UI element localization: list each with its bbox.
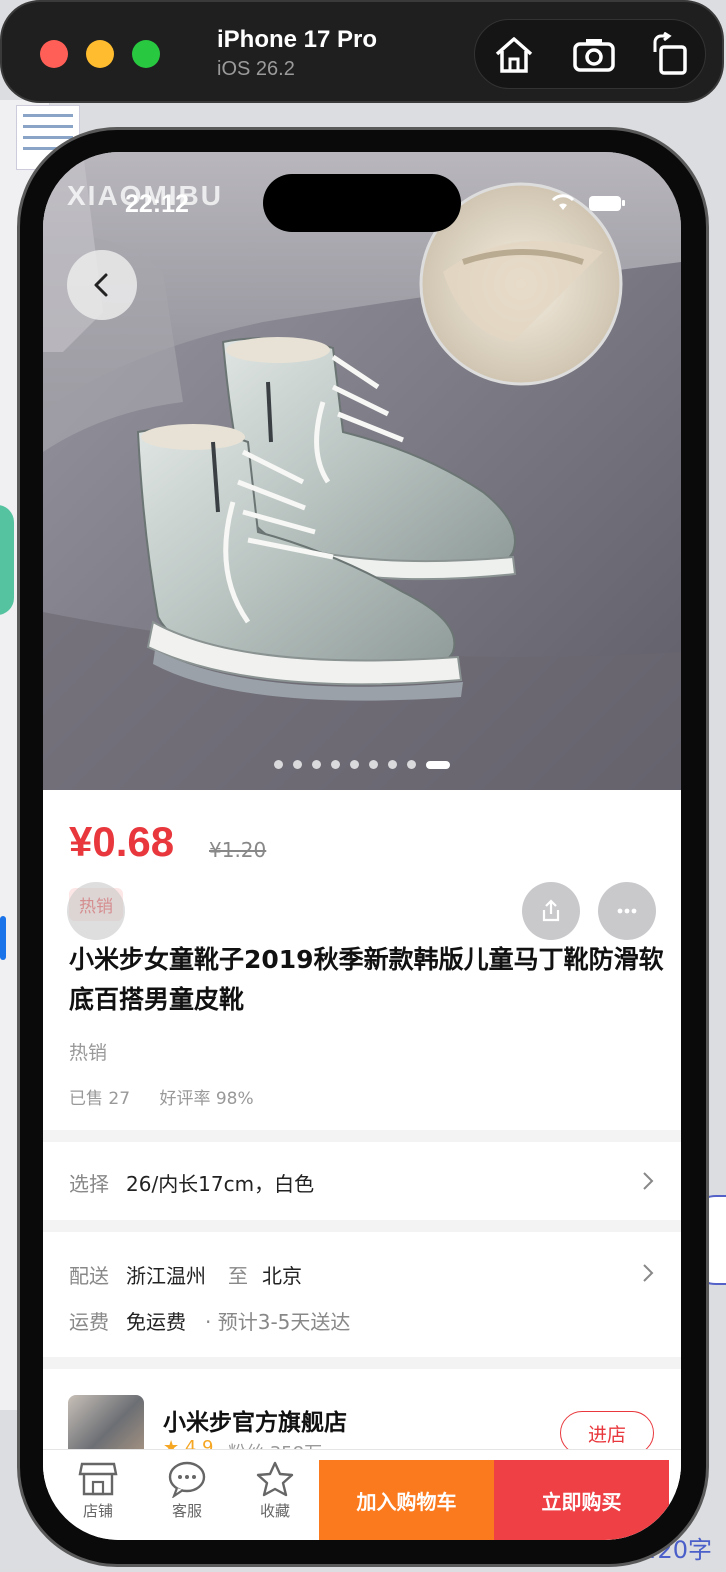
minimize-window-button[interactable] xyxy=(86,40,114,68)
sold-count: 已售 27 xyxy=(69,1089,131,1109)
store-icon xyxy=(78,1462,118,1496)
product-stats: 已售 27 好评率 98% xyxy=(69,1084,278,1109)
service-label: 客服 xyxy=(171,1502,202,1520)
chevron-right-icon xyxy=(643,1264,654,1282)
back-button[interactable] xyxy=(67,250,137,320)
status-icons xyxy=(549,192,629,218)
gallery-dot[interactable] xyxy=(293,760,302,769)
simulator-toolbar xyxy=(474,19,706,89)
device-name: iPhone 17 Pro xyxy=(217,26,378,53)
product-photo xyxy=(43,152,681,790)
chevron-right-icon xyxy=(643,1172,654,1190)
delivery-section[interactable]: 配送 浙江温州 至 北京 运费 免运费 · 预计3-5天送达 xyxy=(43,1232,681,1357)
gallery-dot[interactable] xyxy=(274,760,283,769)
gallery-page-indicator xyxy=(43,760,681,769)
gallery-dot[interactable] xyxy=(369,760,378,769)
delivery-eta: · 预计3-5天送达 xyxy=(205,1310,351,1334)
wifi-icon xyxy=(551,194,575,210)
delivery-to: 北京 xyxy=(262,1264,302,1288)
background-blue-marker xyxy=(0,916,6,960)
store-tab[interactable]: 店铺 xyxy=(63,1460,133,1521)
original-price: ¥1.20 xyxy=(209,838,267,862)
battery-icon xyxy=(589,196,625,211)
zoom-window-button[interactable] xyxy=(132,40,160,68)
chevron-left-icon xyxy=(94,273,108,297)
shipping-fee: 免运费 xyxy=(126,1310,186,1334)
gallery-dot[interactable] xyxy=(407,760,416,769)
app-screen: XIAOMIBU 22:12 ¥0.68 ¥1.20 热销 小米步女童靴子201… xyxy=(43,152,681,1540)
delivery-to-label: 至 xyxy=(228,1264,248,1288)
close-window-button[interactable] xyxy=(40,40,68,68)
shipping-fee-label: 运费 xyxy=(69,1310,109,1334)
favorite-label: 收藏 xyxy=(259,1502,290,1520)
gallery-dot[interactable] xyxy=(312,760,321,769)
product-image-gallery[interactable]: XIAOMIBU 22:12 xyxy=(43,152,681,790)
add-to-cart-button[interactable]: 加入购物车 xyxy=(319,1460,494,1540)
simulator-titlebar: iPhone 17 Pro iOS 26.2 xyxy=(0,0,724,103)
product-title: 小米步女童靴子2019秋季新款韩版儿童马丁靴防滑软底百搭男童皮靴 xyxy=(69,945,664,1014)
home-icon[interactable] xyxy=(491,32,537,78)
share-button[interactable] xyxy=(522,882,580,940)
spec-label: 选择 xyxy=(69,1172,109,1196)
rotate-icon[interactable] xyxy=(647,31,693,78)
gallery-dot[interactable] xyxy=(350,760,359,769)
floating-back-button[interactable] xyxy=(67,882,125,940)
product-info-card: ¥0.68 ¥1.20 热销 小米步女童靴子2019秋季新款韩版儿童马丁靴防滑软… xyxy=(43,790,681,1130)
gallery-dot[interactable] xyxy=(388,760,397,769)
status-time: 22:12 xyxy=(125,190,189,218)
dynamic-island xyxy=(263,174,461,232)
shop-name: 小米步官方旗舰店 xyxy=(163,1410,347,1436)
more-button[interactable] xyxy=(598,882,656,940)
os-version: iOS 26.2 xyxy=(217,58,295,80)
positive-rating: 好评率 98% xyxy=(159,1089,254,1109)
gallery-dot[interactable] xyxy=(331,760,340,769)
store-label: 店铺 xyxy=(82,1502,113,1520)
spec-selector[interactable]: 选择 26/内长17cm，白色 xyxy=(43,1142,681,1220)
product-subtitle: 热销 xyxy=(69,1042,108,1064)
ellipsis-icon xyxy=(617,908,637,914)
star-icon xyxy=(256,1461,294,1497)
favorite-tab[interactable]: 收藏 xyxy=(240,1460,310,1521)
delivery-from: 浙江温州 xyxy=(126,1264,206,1288)
gallery-dot[interactable] xyxy=(426,760,450,769)
screenshot-icon[interactable] xyxy=(571,32,617,78)
chat-icon xyxy=(168,1461,206,1498)
buy-now-button[interactable]: 立即购买 xyxy=(494,1460,669,1540)
bottom-action-bar: 店铺 客服 收藏 加入购物车 立即购买 xyxy=(43,1449,681,1540)
spec-value: 26/内长17cm，白色 xyxy=(126,1172,315,1196)
delivery-label: 配送 xyxy=(69,1264,109,1288)
product-price: ¥0.68 xyxy=(69,818,175,865)
background-green-shape xyxy=(0,505,14,615)
share-icon xyxy=(542,899,560,922)
service-tab[interactable]: 客服 xyxy=(152,1460,222,1521)
